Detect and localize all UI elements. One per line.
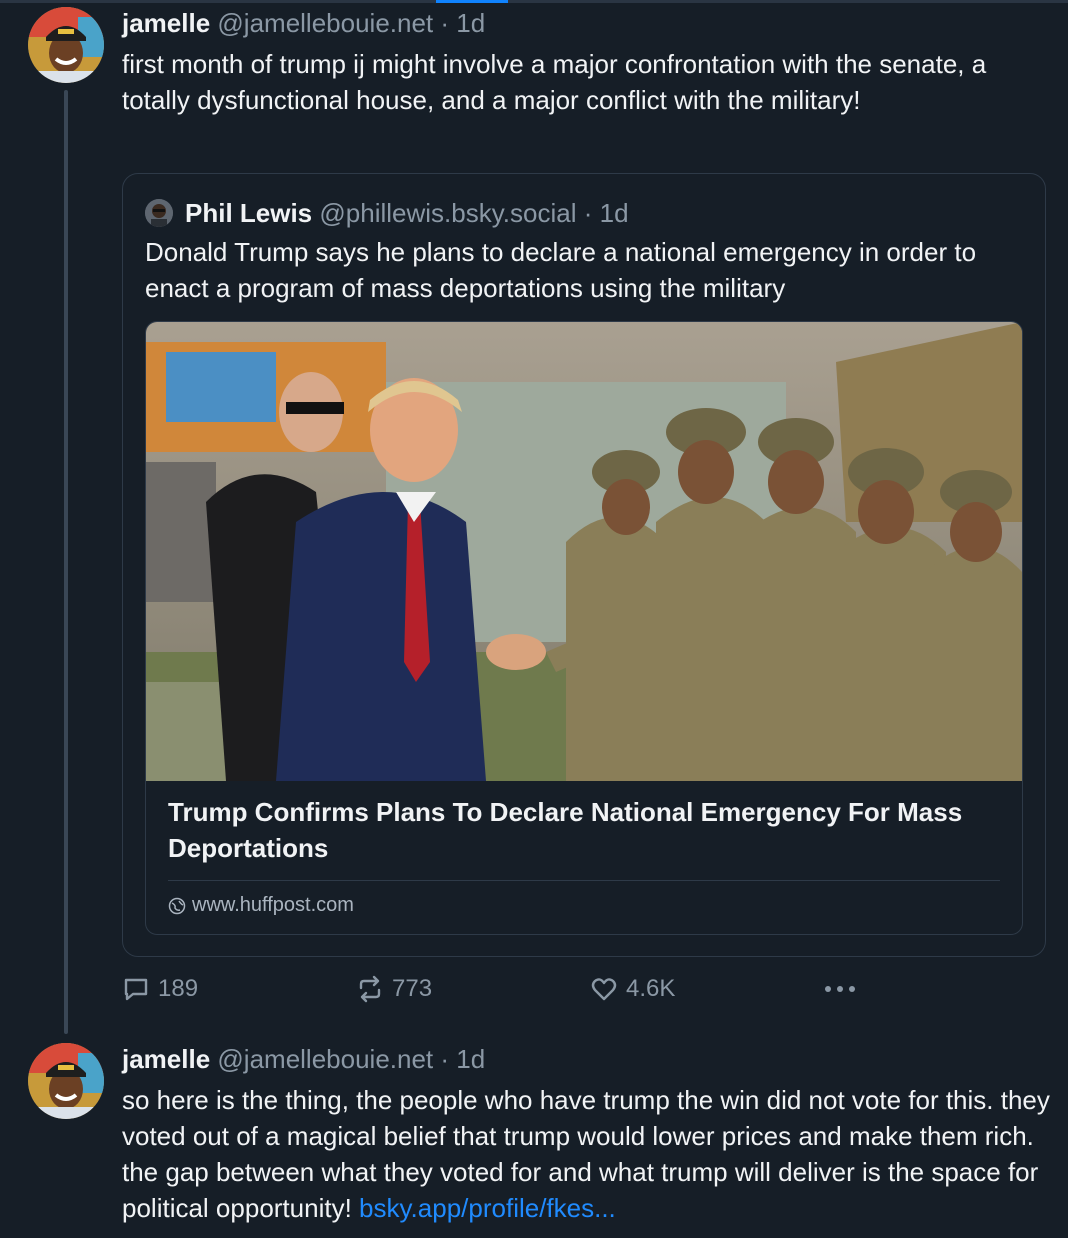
quote-avatar xyxy=(145,199,173,227)
avatar[interactable] xyxy=(28,1043,104,1119)
heart-icon xyxy=(591,978,617,1001)
author-handle[interactable]: @jamellebouie.net xyxy=(217,8,433,38)
link-card-title[interactable]: Trump Confirms Plans To Declare National… xyxy=(168,794,1008,866)
separator-dot: · xyxy=(440,1044,450,1074)
post-header: jamelle @jamellebouie.net · 1d xyxy=(122,8,485,39)
quote-author-handle[interactable]: @phillewis.bsky.social xyxy=(319,198,576,228)
post-header: jamelle @jamellebouie.net · 1d xyxy=(122,1044,485,1075)
separator-dot: · xyxy=(440,8,450,38)
post-time[interactable]: 1d xyxy=(456,1044,485,1074)
repost-count: 773 xyxy=(392,975,433,1002)
post-actions: 189 773 4.6K xyxy=(122,975,882,1011)
link-card[interactable]: Trump Confirms Plans To Declare National… xyxy=(145,321,1023,935)
link-card-divider xyxy=(168,880,1000,881)
author-name[interactable]: jamelle xyxy=(122,8,210,38)
quote-text: Donald Trump says he plans to declare a … xyxy=(145,237,977,303)
thread-line xyxy=(64,90,68,1034)
top-divider xyxy=(0,0,1068,3)
link-card-domain: www.huffpost.com xyxy=(168,894,354,917)
quote-time[interactable]: 1d xyxy=(600,198,629,228)
active-tab-indicator xyxy=(436,0,508,3)
author-name[interactable]: jamelle xyxy=(122,1044,210,1074)
avatar[interactable] xyxy=(28,7,104,83)
separator-dot: · xyxy=(583,198,593,228)
post-time[interactable]: 1d xyxy=(456,8,485,38)
link-card-domain-text: www.huffpost.com xyxy=(192,894,354,916)
speech-bubble-icon xyxy=(124,978,148,1001)
ellipsis-icon xyxy=(825,986,855,992)
quote-author-name[interactable]: Phil Lewis xyxy=(185,198,312,228)
link-card-image xyxy=(146,322,1022,781)
like-count: 4.6K xyxy=(626,975,676,1002)
author-handle[interactable]: @jamellebouie.net xyxy=(217,1044,433,1074)
globe-icon xyxy=(168,897,186,914)
post-text: first month of trump ij might involve a … xyxy=(122,49,987,115)
repost-arrows-icon xyxy=(359,975,381,1003)
quoted-post[interactable]: Phil Lewis @phillewis.bsky.social · 1d D… xyxy=(122,173,1046,957)
post-text: so here is the thing, the people who hav… xyxy=(122,1082,1052,1226)
post-link[interactable]: bsky.app/profile/fkes... xyxy=(359,1193,616,1223)
quote-header: Phil Lewis @phillewis.bsky.social · 1d xyxy=(185,198,629,229)
reply-button[interactable]: 189 xyxy=(122,975,198,1003)
reply-count: 189 xyxy=(158,975,199,1002)
like-button[interactable]: 4.6K xyxy=(590,975,675,1003)
repost-button[interactable]: 773 xyxy=(356,975,432,1003)
more-options-button[interactable] xyxy=(822,975,858,1003)
